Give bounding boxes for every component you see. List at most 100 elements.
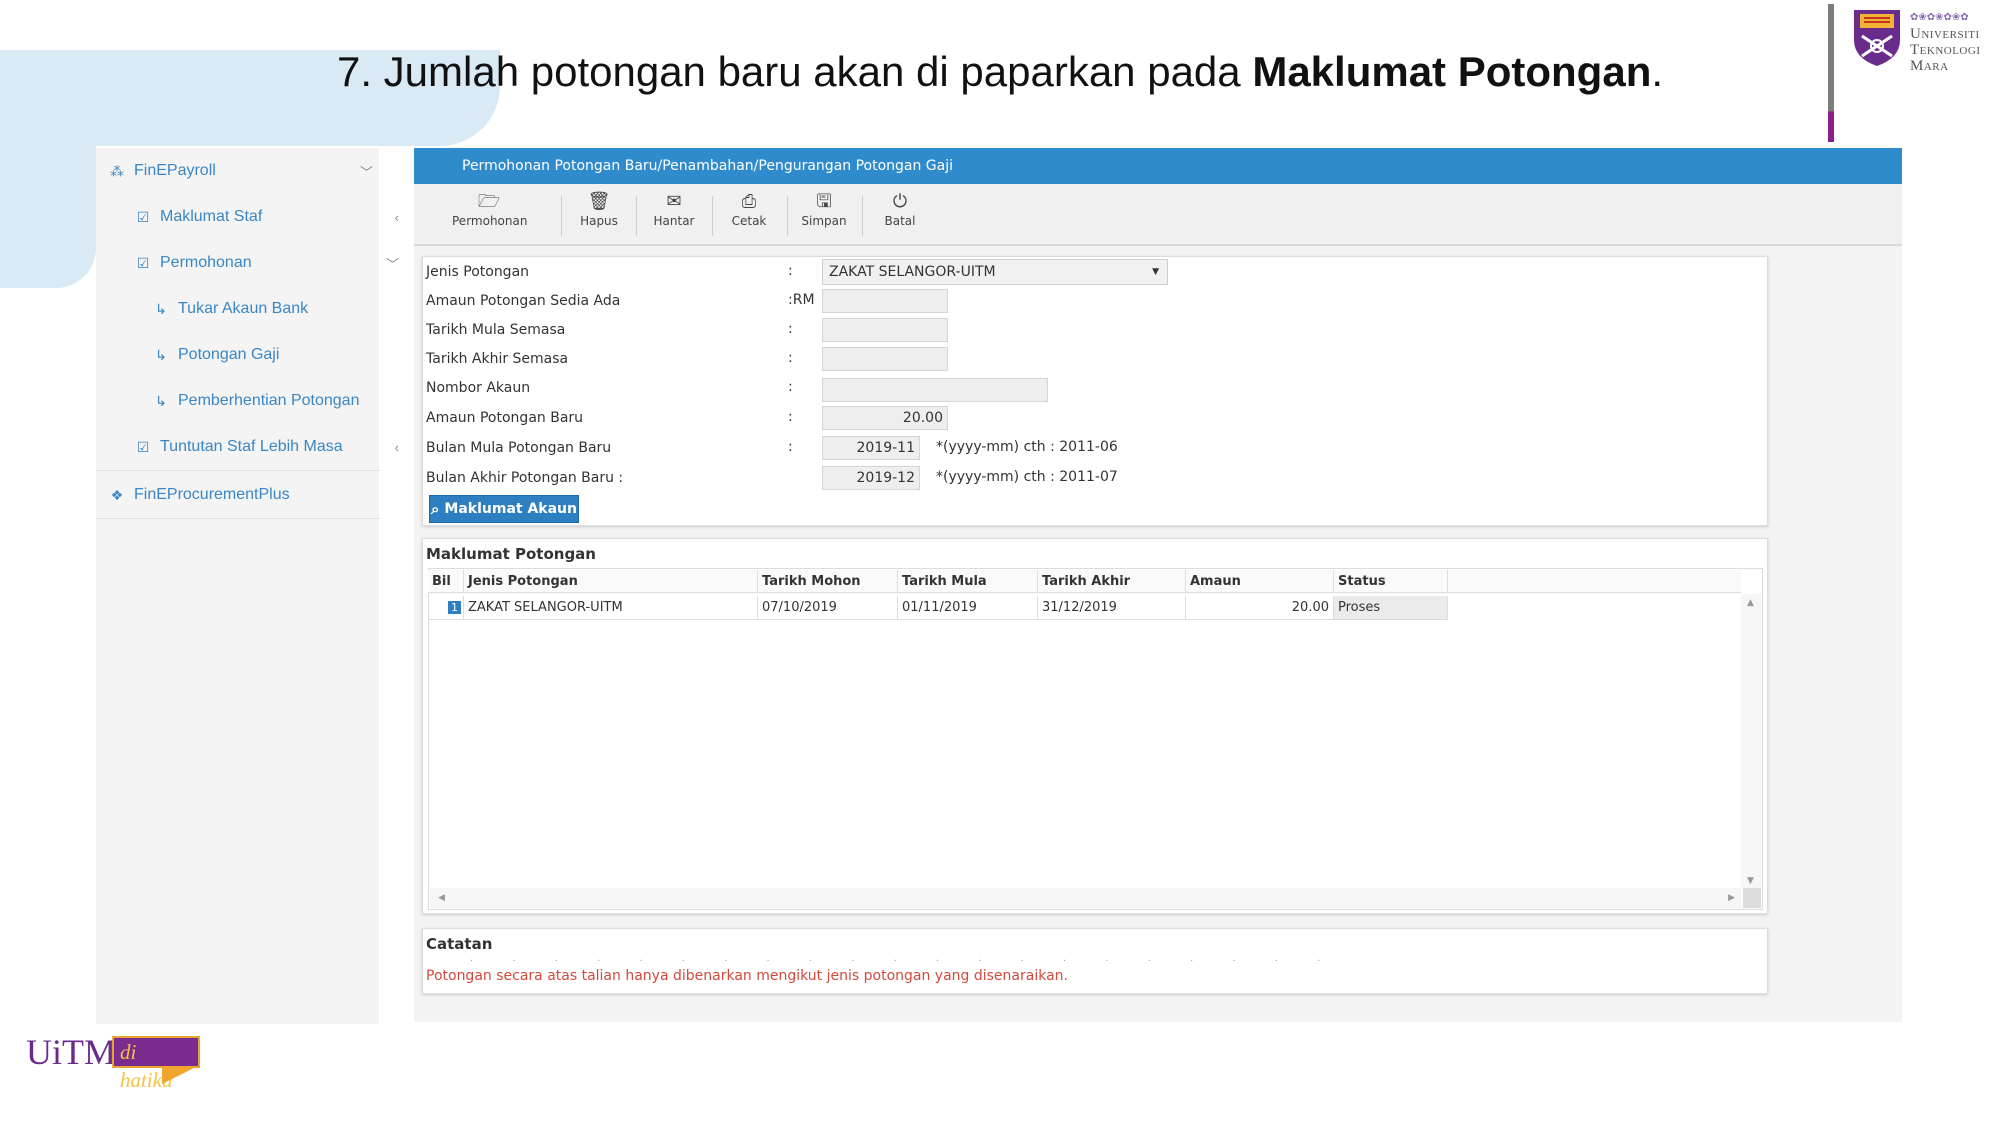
jenis-potongan-value: ZAKAT SELANGOR-UITM: [829, 264, 996, 280]
toolbar-label: Cetak: [731, 214, 767, 228]
cetak-button[interactable]: ⎙ Cetak: [712, 190, 786, 240]
sidebar-item-tukar-akaun-bank[interactable]: ↳ Tukar Akaun Bank: [96, 286, 435, 332]
sidebar-item-label: Potongan Gaji: [178, 346, 280, 363]
maklumat-potongan-title: Maklumat Potongan: [426, 545, 596, 563]
cell-tarikh-mula: 01/11/2019: [898, 596, 1038, 620]
arrow-return-icon: ↳: [155, 392, 167, 409]
horizontal-scrollbar[interactable]: ◀ ▶: [430, 888, 1741, 908]
sidebar-item-label: Pemberhentian Potongan: [178, 392, 360, 409]
table-row[interactable]: 1 ZAKAT SELANGOR-UITM 07/10/2019 01/11/2…: [428, 596, 1741, 620]
brand-tag: di hatiku: [112, 1036, 200, 1092]
uitm-line1: Universiti: [1910, 26, 1980, 42]
amaun-sedia-ada-field[interactable]: [822, 289, 948, 313]
amaun-potongan-baru-field[interactable]: 20.00: [822, 406, 948, 430]
brand-main: UiTM: [26, 1032, 116, 1072]
sidebar-item-potongan-gaji[interactable]: ↳ Potongan Gaji: [96, 332, 435, 378]
slide-title: 7. Jumlah potongan baru akan di paparkan…: [0, 48, 2000, 96]
col-jenis-potongan[interactable]: Jenis Potongan: [464, 570, 758, 592]
uitm-wordmark: ✿❀✿❀✿❀✿ Universiti Teknologi Mara: [1910, 10, 1980, 74]
logo-divider: [1828, 4, 1834, 142]
jenis-potongan-select[interactable]: ZAKAT SELANGOR-UITM ▼: [822, 259, 1168, 285]
bulan-mula-label: Bulan Mula Potongan Baru: [426, 440, 612, 456]
scroll-left-icon[interactable]: ◀: [438, 893, 445, 903]
sidebar-item-pemberhentian-potongan[interactable]: ↳ Pemberhentian Potongan: [96, 378, 435, 424]
sidebar-divider: [96, 518, 379, 519]
scrollbar-corner: [1743, 888, 1761, 908]
sidebar-item-fineprocurementplus[interactable]: ❖ FinEProcurementPlus: [96, 472, 391, 518]
simpan-button[interactable]: 🖫 Simpan: [787, 190, 861, 240]
col-status[interactable]: Status: [1334, 570, 1448, 592]
scroll-down-icon[interactable]: ▼: [1747, 876, 1754, 886]
colon: :: [788, 409, 793, 425]
chevron-left-icon: ‹: [394, 209, 399, 225]
sidebar-item-label: Tuntutan Staf Lebih Masa: [160, 438, 343, 455]
bulan-mula-field[interactable]: 2019-11: [822, 436, 920, 460]
slide-title-suffix: .: [1651, 48, 1664, 95]
maklumat-akaun-label: Maklumat Akaun: [444, 501, 577, 517]
sidebar-item-maklumat-staf[interactable]: ☑ Maklumat Staf ‹: [96, 194, 417, 240]
chevron-down-icon: ﹀: [359, 164, 373, 180]
chevron-down-icon: ﹀: [385, 256, 399, 272]
uitm-ornament: ✿❀✿❀✿❀✿: [1910, 12, 1969, 23]
bulan-akhir-label: Bulan Akhir Potongan Baru :: [426, 470, 624, 486]
check-square-icon: ☑: [136, 254, 150, 271]
form-card: [422, 256, 1768, 526]
cell-bil: 1: [428, 596, 464, 620]
envelope-icon: ✉: [666, 191, 682, 212]
sidebar-item-label: Tukar Akaun Bank: [178, 300, 309, 317]
sidebar-item-tuntutan-staf[interactable]: ☑ Tuntutan Staf Lebih Masa ‹: [96, 424, 417, 470]
hapus-button[interactable]: 🗑 Hapus: [562, 190, 636, 240]
scroll-right-icon[interactable]: ▶: [1728, 893, 1735, 903]
hantar-button[interactable]: ✉ Hantar: [637, 190, 711, 240]
bulan-akhir-field[interactable]: 2019-12: [822, 466, 920, 490]
colon: :: [788, 439, 793, 455]
tarikh-mula-semasa-label: Tarikh Mula Semasa: [426, 322, 566, 338]
batal-button[interactable]: ⏻ Batal: [863, 190, 937, 240]
vertical-scrollbar[interactable]: ▲ ▼: [1741, 594, 1761, 888]
col-tarikh-mohon[interactable]: Tarikh Mohon: [758, 570, 898, 592]
permohonan-button[interactable]: 🗁 Permohonan: [452, 190, 528, 240]
cell-amaun: 20.00: [1186, 596, 1334, 620]
row-number: 1: [448, 601, 461, 614]
sidebar-item-permohonan[interactable]: ☑ Permohonan ﹀: [96, 240, 417, 286]
toolbar-label: Hapus: [580, 214, 618, 228]
slide-title-text: 7. Jumlah potongan baru akan di paparkan…: [336, 48, 1253, 95]
print-icon: ⎙: [741, 191, 757, 212]
toolbar-label: Hantar: [653, 214, 695, 228]
tarikh-mula-semasa-field[interactable]: [822, 318, 948, 342]
uitm-line3: Mara: [1910, 58, 1949, 74]
sidebar: ⁂ FinEPayroll ﹀ ☑ Maklumat Staf ‹ ☑ Perm…: [96, 148, 399, 1024]
uitm-dihatiku-logo: UiTM di hatiku: [26, 1032, 200, 1092]
col-bil[interactable]: Bil: [428, 570, 464, 592]
sidebar-item-finepayroll[interactable]: ⁂ FinEPayroll ﹀: [96, 148, 391, 194]
arrow-return-icon: ↳: [155, 346, 167, 363]
cell-tarikh-mohon: 07/10/2019: [758, 596, 898, 620]
sidebar-divider: [96, 470, 379, 471]
trash-icon: 🗑: [587, 191, 611, 212]
cell-tarikh-akhir: 31/12/2019: [1038, 596, 1186, 620]
rm-prefix: :RM: [788, 292, 815, 308]
col-tarikh-akhir[interactable]: Tarikh Akhir: [1038, 570, 1186, 592]
uitm-line2: Teknologi: [1910, 42, 1981, 58]
brand-pointer-shape: [162, 1066, 198, 1084]
toolbar-label: Batal: [884, 214, 916, 228]
panel-title: Permohonan Potongan Baru/Penambahan/Peng…: [462, 158, 954, 174]
col-amaun[interactable]: Amaun: [1186, 570, 1334, 592]
bulan-mula-hint: *(yyyy-mm) cth : 2011-06: [936, 439, 1118, 455]
sidebar-item-label: Maklumat Staf: [160, 208, 263, 225]
caret-down-icon: ▼: [1152, 267, 1159, 277]
slide-title-bold: Maklumat Potongan: [1252, 48, 1652, 95]
col-tarikh-mula[interactable]: Tarikh Mula: [898, 570, 1038, 592]
uitm-crest-icon: [1854, 10, 1900, 66]
nombor-akaun-field[interactable]: [822, 378, 1048, 402]
sitemap-icon: ⁂: [110, 162, 124, 179]
toolbar-label: Simpan: [801, 214, 847, 228]
maklumat-akaun-button[interactable]: ⌕ Maklumat Akaun: [429, 495, 579, 523]
toolbar: 🗁 Permohonan 🗑 Hapus ✉ Hantar ⎙ Cetak 🖫 …: [414, 184, 1902, 246]
scroll-up-icon[interactable]: ▲: [1747, 598, 1754, 608]
toolbar-label: Permohonan: [452, 214, 528, 228]
grid-header: Bil Jenis Potongan Tarikh Mohon Tarikh M…: [428, 570, 1741, 593]
catatan-note: Potongan secara atas talian hanya dibena…: [426, 968, 1068, 984]
nombor-akaun-label: Nombor Akaun: [426, 380, 531, 396]
tarikh-akhir-semasa-field[interactable]: [822, 347, 948, 371]
